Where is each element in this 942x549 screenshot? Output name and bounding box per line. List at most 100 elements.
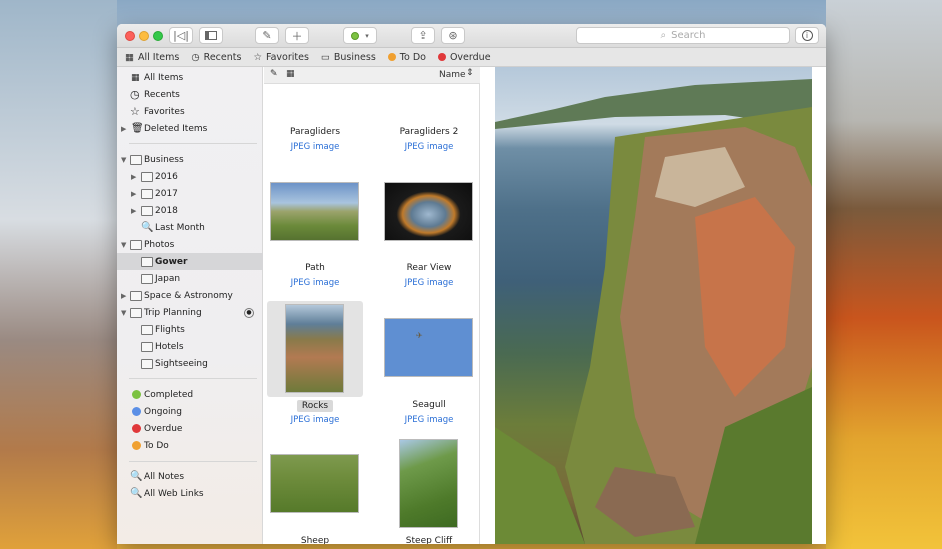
sidebar-item-sightseeing[interactable]: Sightseeing <box>117 355 263 372</box>
label-color-button[interactable]: ▾ <box>343 27 377 44</box>
disclosure-right-icon[interactable]: ▶ <box>131 173 136 181</box>
sidebar-item-label: All Notes <box>144 471 185 482</box>
disclosure-right-icon[interactable]: ▶ <box>121 125 126 133</box>
grid-item[interactable]: Rear View JPEG image <box>381 177 477 292</box>
sort-label[interactable]: Name <box>439 70 466 80</box>
folder-icon <box>130 239 142 250</box>
sidebar-item-overdue[interactable]: Overdue <box>117 420 263 437</box>
divider <box>129 143 257 144</box>
sidebar-item-all-items[interactable]: ▦ All Items <box>117 69 263 86</box>
sidebar-item-all-web-links[interactable]: 🔍 All Web Links <box>117 485 263 502</box>
split-view-button[interactable]: |◁| <box>169 27 193 44</box>
fav-recents[interactable]: ◷ Recents <box>191 52 241 63</box>
sidebar-item-photos[interactable]: ▼ Photos <box>117 236 263 253</box>
sidebar-item-label: 2017 <box>155 188 178 199</box>
image-preview-pane <box>481 67 826 544</box>
disclosure-down-icon[interactable]: ▼ <box>121 156 126 164</box>
smart-search-icon: 🔍 <box>130 488 143 499</box>
item-type: JPEG image <box>290 278 340 288</box>
sidebar-item-hotels[interactable]: Hotels <box>117 338 263 355</box>
search-placeholder: Search <box>671 30 706 41</box>
thumbnail-image <box>399 439 458 528</box>
pencil-icon[interactable]: ✎ <box>270 69 278 79</box>
sidebar-item-flights[interactable]: Flights <box>117 321 263 338</box>
fav-overdue[interactable]: Overdue <box>437 51 491 63</box>
disclosure-right-icon[interactable]: ▶ <box>131 190 136 198</box>
item-name: Steep Cliff <box>405 536 453 544</box>
info-button[interactable]: i <box>795 27 819 44</box>
folder-icon <box>141 273 153 284</box>
share-button[interactable]: ⇪ <box>411 27 435 44</box>
zoom-window-button[interactable] <box>153 31 163 41</box>
sort-arrows-icon[interactable]: ⇕ <box>466 68 474 78</box>
minimize-window-button[interactable] <box>139 31 149 41</box>
sidebar-item-label: Trip Planning <box>144 307 202 318</box>
sidebar-toggle-button[interactable] <box>199 27 223 44</box>
sidebar-item-2018[interactable]: ▶ 2018 <box>117 202 263 219</box>
fav-business[interactable]: ▭ Business <box>321 52 376 63</box>
sidebar-item-ongoing[interactable]: Ongoing <box>117 403 263 420</box>
folder-icon <box>141 171 153 182</box>
sidebar-item-deleted[interactable]: ▶ 🗑 Deleted Items <box>117 120 263 137</box>
sidebar-item-to-do[interactable]: To Do <box>117 437 263 454</box>
item-name: Paragliders 2 <box>399 127 459 137</box>
thumbnail-image <box>285 304 344 393</box>
titlebar: |◁| ✎ ＋ ▾ ⇪ ⊛ ⌕ Search i <box>117 24 826 48</box>
fav-label: Overdue <box>449 51 491 63</box>
grid-item[interactable]: Rocks JPEG image <box>267 301 363 426</box>
sidebar-item-trip-planning[interactable]: ▼ Trip Planning ● <box>117 304 263 321</box>
new-note-button[interactable]: ✎ <box>255 27 279 44</box>
close-window-button[interactable] <box>125 31 135 41</box>
tag-button[interactable]: ⊛ <box>441 27 465 44</box>
grid-item[interactable]: Paragliders 2 JPEG image <box>381 122 477 156</box>
sidebar-item-japan[interactable]: Japan <box>117 270 263 287</box>
sidebar-item-recents[interactable]: ◷ Recents <box>117 86 263 103</box>
sidebar: ▦ All Items ◷ Recents ☆ Favorites ▶ 🗑 Deleted… <box>117 67 263 544</box>
item-name: Seagull <box>412 400 446 410</box>
sidebar-item-label: Hotels <box>155 341 184 352</box>
sidebar-item-business[interactable]: ▼ Business <box>117 151 263 168</box>
sidebar-item-all-notes[interactable]: 🔍 All Notes <box>117 468 263 485</box>
split-icon: |◁| <box>173 29 189 42</box>
sidebar-item-label: Japan <box>155 273 181 284</box>
clock-icon: ◷ <box>191 51 200 63</box>
grid-item[interactable]: Paragliders JPEG image <box>267 122 363 156</box>
disclosure-right-icon[interactable]: ▶ <box>131 207 136 215</box>
disclosure-right-icon[interactable]: ▶ <box>121 292 126 300</box>
compose-icon: ✎ <box>262 29 272 42</box>
disclosure-down-icon[interactable]: ▼ <box>121 241 126 249</box>
sidebar-item-space-astronomy[interactable]: ▶ Space & Astronomy <box>117 287 263 304</box>
grid-toolbar: ✎ ▦ Name ⇕ <box>264 67 480 84</box>
sidebar-item-2017[interactable]: ▶ 2017 <box>117 185 263 202</box>
item-type: JPEG image <box>404 142 454 152</box>
fav-all-items[interactable]: ▦ All Items <box>125 52 179 63</box>
overdue-dot-icon <box>132 424 141 433</box>
plus-icon: ＋ <box>291 29 303 43</box>
sidebar-item-2016[interactable]: ▶ 2016 <box>117 168 263 185</box>
add-button[interactable]: ＋ <box>285 27 309 44</box>
trash-icon: 🗑 <box>131 123 144 134</box>
desktop-wallpaper-left <box>0 0 117 549</box>
app-window: |◁| ✎ ＋ ▾ ⇪ ⊛ ⌕ Search i ▦ All Items ◷ Rece… <box>117 24 826 544</box>
sidebar-item-last-month[interactable]: 🔍 Last Month <box>117 219 263 236</box>
thumbnail-image <box>384 182 473 241</box>
item-name: Rocks <box>297 400 333 412</box>
divider <box>129 461 257 462</box>
preview-photo[interactable] <box>495 67 812 544</box>
search-field[interactable]: ⌕ Search <box>576 27 790 44</box>
grid-item[interactable]: Sheep <box>267 439 363 544</box>
disclosure-down-icon[interactable]: ▼ <box>121 309 126 317</box>
search-icon: ⌕ <box>660 30 667 41</box>
sidebar-item-favorites[interactable]: ☆ Favorites <box>117 103 263 120</box>
fav-to-do[interactable]: To Do <box>387 52 426 63</box>
sidebar-item-completed[interactable]: Completed <box>117 386 263 403</box>
overdue-dot-icon <box>437 53 446 61</box>
todo-dot-icon <box>387 53 396 61</box>
fav-favorites[interactable]: ☆ Favorites <box>253 52 308 63</box>
sidebar-item-label: Completed <box>144 389 194 400</box>
sidebar-item-gower[interactable]: Gower <box>117 253 263 270</box>
grid-item[interactable]: ✈ Seagull JPEG image <box>381 301 477 426</box>
grid-item[interactable]: Path JPEG image <box>267 177 363 292</box>
grid-view-icon[interactable]: ▦ <box>286 69 295 79</box>
grid-item[interactable]: Steep Cliff <box>381 439 477 544</box>
